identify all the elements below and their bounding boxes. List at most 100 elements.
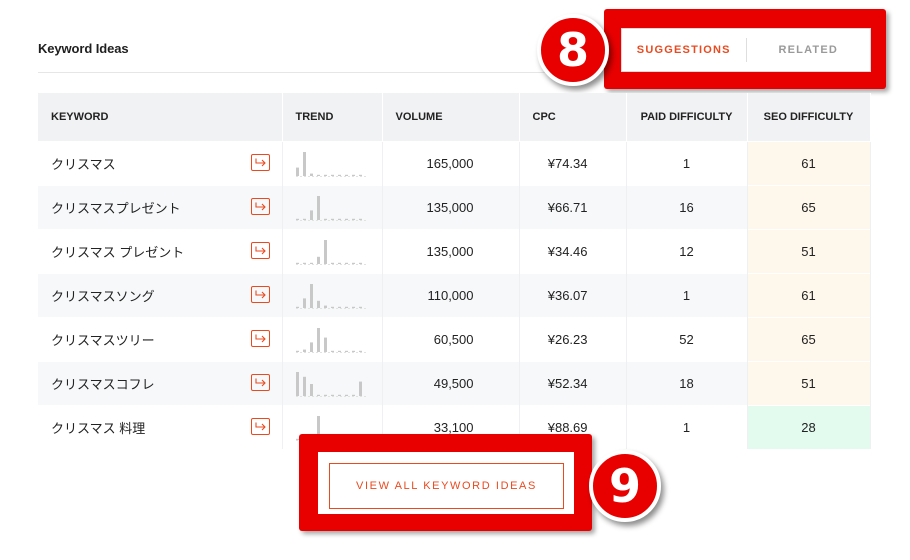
tab-bar: SUGGESTIONS RELATED [621, 28, 871, 72]
table-row: クリスマスプレゼント 135,000 ¥66.71 16 65 [38, 185, 871, 230]
cpc-cell: ¥34.46 [519, 229, 627, 274]
trend-bar [344, 394, 348, 396]
keyword-detail-button[interactable] [250, 198, 270, 215]
trend-bar [316, 174, 320, 176]
trend-bar [309, 383, 313, 396]
trend-bar [295, 262, 299, 264]
trend-bar [351, 262, 355, 264]
keyword-text[interactable]: クリスマスツリー [51, 333, 155, 348]
paid-difficulty-cell: 12 [626, 229, 748, 274]
volume-cell: 135,000 [382, 229, 520, 274]
cpc-cell: ¥26.23 [519, 317, 627, 362]
cpc-cell: ¥52.34 [519, 361, 627, 406]
volume-cell: 49,500 [382, 361, 520, 406]
table-row: クリスマスツリー 60,500 ¥26.23 52 65 [38, 317, 871, 362]
trend-bar [323, 239, 327, 264]
trend-bar [337, 174, 341, 176]
trend-cell [282, 141, 383, 186]
keyword-detail-button[interactable] [250, 374, 270, 391]
keyword-detail-button[interactable] [250, 330, 270, 347]
trend-bar [330, 394, 334, 396]
trend-bar [309, 283, 313, 308]
trend-bar [302, 262, 306, 264]
trend-sparkline [295, 283, 368, 309]
column-header-seo-difficulty: SEO DIFFICULTY [747, 93, 871, 142]
trend-bar [358, 350, 362, 352]
trend-cell [282, 361, 383, 406]
trend-bar [330, 350, 334, 352]
trend-bar [316, 300, 320, 308]
trend-bar [337, 394, 341, 396]
table-body: クリスマス 165,000 ¥74.34 1 61 クリスマスプレゼント 135,000 ¥6… [38, 141, 871, 449]
trend-bar [295, 218, 299, 220]
seo-difficulty-cell: 65 [747, 185, 871, 230]
trend-bar [309, 341, 313, 352]
keyword-detail-button[interactable] [250, 154, 270, 171]
trend-bar [295, 167, 299, 176]
keyword-detail-button[interactable] [250, 242, 270, 259]
trend-bar [302, 218, 306, 220]
keyword-text[interactable]: クリスマスコフレ [51, 377, 155, 392]
trend-bar [323, 174, 327, 176]
keyword-cell: クリスマスコフレ [38, 361, 283, 406]
table-row: クリスマスコフレ 49,500 ¥52.34 18 51 [38, 361, 871, 406]
keyword-detail-button[interactable] [250, 286, 270, 303]
trend-bar [337, 350, 341, 352]
keyword-cell: クリスマスソング [38, 273, 283, 318]
trend-bar [344, 306, 348, 308]
table-row: クリスマス 165,000 ¥74.34 1 61 [38, 141, 871, 186]
cpc-cell: ¥74.34 [519, 141, 627, 186]
annotation-badge-8: 8 [537, 14, 609, 86]
external-arrow-icon [254, 158, 266, 167]
trend-bar [316, 256, 320, 264]
volume-cell: 110,000 [382, 273, 520, 318]
trend-bar [316, 327, 320, 352]
trend-bar [295, 306, 299, 308]
trend-bar [358, 174, 362, 176]
trend-cell [282, 273, 383, 318]
trend-bar [302, 376, 306, 396]
trend-bar [351, 394, 355, 396]
keyword-text[interactable]: クリスマス 料理 [51, 421, 145, 436]
trend-bar [358, 262, 362, 264]
title-divider [38, 72, 598, 73]
volume-cell: 165,000 [382, 141, 520, 186]
external-arrow-icon [254, 378, 266, 387]
seo-difficulty-cell: 61 [747, 273, 871, 318]
seo-difficulty-cell: 51 [747, 229, 871, 274]
keyword-table: KEYWORD TREND VOLUME CPC PAID DIFFICULTY… [38, 93, 871, 449]
volume-cell: 135,000 [382, 185, 520, 230]
paid-difficulty-cell: 18 [626, 361, 748, 406]
paid-difficulty-cell: 16 [626, 185, 748, 230]
keyword-cell: クリスマス 料理 [38, 405, 283, 449]
tab-suggestions[interactable]: SUGGESTIONS [622, 44, 746, 56]
trend-bar [316, 195, 320, 220]
trend-bar [302, 297, 306, 308]
trend-bar [337, 262, 341, 264]
paid-difficulty-cell: 1 [626, 273, 748, 318]
seo-difficulty-cell: 28 [747, 405, 871, 449]
trend-bar [358, 306, 362, 308]
section-title: Keyword Ideas [38, 41, 129, 56]
paid-difficulty-cell: 1 [626, 405, 748, 449]
seo-difficulty-cell: 61 [747, 141, 871, 186]
trend-bar [295, 371, 299, 396]
trend-bar [323, 337, 327, 352]
keyword-text[interactable]: クリスマスソング [51, 289, 155, 304]
tab-related[interactable]: RELATED [747, 44, 871, 56]
trend-bar [316, 394, 320, 396]
trend-bar [309, 262, 313, 264]
keyword-cell: クリスマス プレゼント [38, 229, 283, 274]
keyword-cell: クリスマス [38, 141, 283, 186]
trend-bar [344, 350, 348, 352]
keyword-text[interactable]: クリスマス プレゼント [51, 245, 184, 260]
keyword-text[interactable]: クリスマス [51, 157, 116, 172]
keyword-text[interactable]: クリスマスプレゼント [51, 201, 181, 216]
view-all-keyword-ideas-button[interactable]: VIEW ALL KEYWORD IDEAS [329, 463, 564, 509]
trend-bar [351, 350, 355, 352]
keyword-detail-button[interactable] [250, 418, 270, 435]
trend-bar [302, 349, 306, 352]
cpc-cell: ¥66.71 [519, 185, 627, 230]
seo-difficulty-cell: 51 [747, 361, 871, 406]
column-header-volume: VOLUME [382, 93, 520, 142]
